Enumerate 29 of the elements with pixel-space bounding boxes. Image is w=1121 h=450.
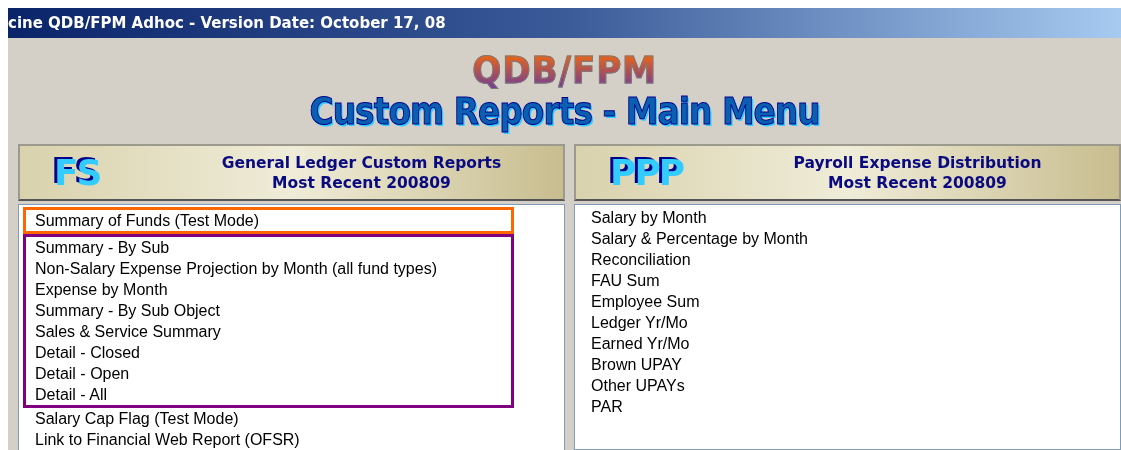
report-item[interactable]: Ledger Yr/Mo (579, 312, 1070, 333)
report-item[interactable]: Summary - By Sub Object (26, 300, 511, 321)
panel-title: Payroll Expense Distribution (792, 152, 1043, 173)
report-item[interactable]: Link to Financial Web Report (OFSR) (23, 429, 514, 450)
report-item[interactable]: Other UPAYs (579, 375, 1070, 396)
report-item[interactable]: Salary by Month (579, 207, 1070, 228)
report-item[interactable]: Non-Salary Expense Projection by Month (all fund types) (26, 258, 511, 279)
logo-text: PPP (609, 150, 685, 195)
report-item[interactable]: Employee Sum (579, 291, 1070, 312)
panel-title: General Ledger Custom Reports (220, 152, 503, 173)
report-item[interactable]: Summary of Funds (Test Mode) (26, 210, 511, 231)
report-item[interactable]: Reconciliation (579, 249, 1070, 270)
report-item[interactable]: Expense by Month (26, 279, 511, 300)
report-item[interactable]: Earned Yr/Mo (579, 333, 1070, 354)
report-item[interactable]: Brown UPAY (579, 354, 1070, 375)
panel-subtitle: Most Recent 200809 (827, 172, 1008, 193)
report-item[interactable]: Detail - All (26, 384, 511, 405)
window-title: cine QDB/FPM Adhoc - Version Date: October 17, 08 (8, 8, 1121, 38)
report-item[interactable]: Sales & Service Summary (26, 321, 511, 342)
report-item[interactable]: Salary & Percentage by Month (579, 228, 1070, 249)
report-item[interactable]: PAR (579, 396, 1070, 417)
report-item[interactable]: Detail - Open (26, 363, 511, 384)
logo-text: FS (53, 150, 102, 195)
report-item[interactable]: FAU Sum (579, 270, 1070, 291)
banner-title: Custom Reports - Main Menu (309, 90, 820, 132)
panel-subtitle: Most Recent 200809 (271, 172, 452, 193)
report-item[interactable]: Salary Cap Flag (Test Mode) (23, 408, 514, 429)
report-item[interactable]: Detail - Closed (26, 342, 511, 363)
report-item[interactable]: Summary - By Sub (26, 237, 511, 258)
